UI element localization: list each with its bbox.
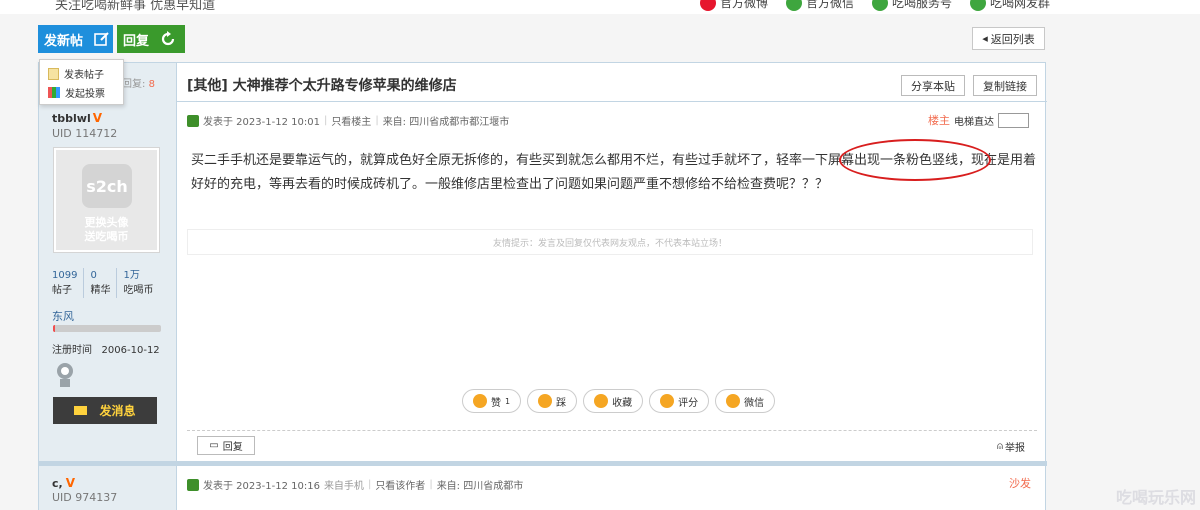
thumbs-down-icon (538, 394, 553, 408)
author-stats: 1099 帖子 0 精华 1万 吃喝币 (52, 268, 165, 298)
poll-chart-icon (48, 87, 60, 98)
wechat-link[interactable]: 官方微信 (785, 0, 854, 11)
user-rank[interactable]: 东风 (52, 308, 74, 324)
stat-posts[interactable]: 1099 帖子 (52, 268, 85, 298)
top-strip: 关注吃喝新鲜事 优惠早知道 官方微博 官方微信 吃喝服务号 吃喝网发群 (0, 0, 1200, 14)
post-icon (187, 478, 199, 491)
post-meta: 发表于 2023-1-12 10:01 | 只看楼主 | 来自: 四川省成都市都… (187, 113, 509, 128)
envelope-icon (74, 406, 88, 415)
service-icon (871, 0, 888, 11)
site-logo-icon: s2ch (82, 164, 132, 208)
new-post-button[interactable]: 发新帖 (38, 25, 113, 53)
floor-label: 楼主 (928, 114, 950, 127)
floor-jump-input[interactable] (998, 112, 1029, 128)
thumbs-up-icon (473, 394, 487, 408)
social-links: 官方微博 官方微信 吃喝服务号 吃喝网发群 (699, 0, 1050, 11)
wechat-icon (726, 394, 741, 408)
share-button[interactable]: 分享本贴 (901, 75, 965, 96)
new-post-dropdown: 发表帖子 发起投票 (39, 59, 124, 105)
group-link[interactable]: 吃喝网发群 (969, 0, 1050, 11)
watermark: 吃喝玩乐网 (1115, 488, 1196, 507)
star-icon (594, 394, 609, 408)
refresh-icon (161, 31, 175, 46)
author-uid: UID 974137 (52, 491, 118, 504)
post-actions: 赞1 踩 收藏 评分 微信 (462, 389, 776, 413)
dislike-button[interactable]: 踩 (527, 389, 578, 413)
post-meta: 发表于 2023-1-12 10:16 来自手机 | 只看该作者 | 来自: 四… (187, 477, 523, 492)
report-link[interactable]: ⍝ 举报 (997, 439, 1025, 454)
stat-coins[interactable]: 1万 吃喝币 (123, 268, 159, 298)
verified-badge: V (65, 476, 75, 490)
red-annotation-circle (839, 139, 991, 181)
wechat-share-button[interactable]: 微信 (715, 389, 776, 413)
send-message-button[interactable]: 发消息 (53, 397, 157, 424)
thread-panel: 回复: 8 [其他] 大神推荐个太升路专修苹果的维修店 分享本贴 复制链接 tb… (38, 62, 1047, 510)
divider (187, 430, 1037, 431)
weibo-link[interactable]: 官方微博 (699, 0, 768, 11)
edit-icon (94, 32, 109, 46)
only-author-link[interactable]: 只看该作者 (375, 477, 425, 492)
document-icon (48, 67, 59, 80)
menu-item-new-poll[interactable]: 发起投票 (48, 83, 115, 102)
service-link[interactable]: 吃喝服务号 (871, 0, 952, 11)
floor-label: 沙发 (1009, 477, 1031, 490)
group-icon (969, 0, 986, 11)
back-to-list-button[interactable]: ◂ 返回列表 (972, 27, 1045, 50)
author-name[interactable]: c, V (52, 476, 75, 490)
register-date: 注册时间 2006-10-12 (52, 345, 160, 356)
bell-icon: ⍝ (997, 441, 1003, 452)
avatar-hint: 更换头像 送吃喝币 (84, 216, 129, 243)
author-name[interactable]: tbblwl V (52, 111, 102, 125)
rank-progress (53, 325, 161, 332)
divider (177, 101, 1047, 102)
reply-button[interactable]: 回复 (117, 25, 185, 53)
avatar[interactable]: s2ch 更换头像 送吃喝币 (53, 147, 160, 253)
comment-icon: ▭ (209, 440, 219, 451)
post-reply-button[interactable]: ▭ 回复 (197, 436, 255, 455)
wechat-icon (785, 0, 802, 11)
favorite-button[interactable]: 收藏 (583, 389, 644, 413)
rate-button[interactable]: 评分 (649, 389, 710, 413)
medal-icon[interactable] (56, 362, 74, 388)
check-icon (660, 394, 675, 408)
reply-count: 回复: 8 (122, 79, 155, 90)
post-separator (39, 461, 1047, 466)
copy-link-button[interactable]: 复制链接 (973, 75, 1037, 96)
floor-info: 楼主 电梯直达 (928, 112, 1029, 128)
author-uid: UID 114712 (52, 127, 118, 140)
verified-badge: V (92, 111, 103, 125)
thread-title: [其他] 大神推荐个太升路专修苹果的维修店 (187, 78, 457, 94)
only-op-link[interactable]: 只看楼主 (331, 113, 371, 128)
chevron-left-icon: ◂ (982, 32, 988, 45)
menu-item-new-post[interactable]: 发表帖子 (48, 64, 115, 83)
like-button[interactable]: 赞1 (462, 389, 522, 413)
site-slogan: 关注吃喝新鲜事 优惠早知道 (55, 0, 216, 13)
post-icon (187, 114, 199, 127)
stat-digest[interactable]: 0 精华 (90, 268, 118, 298)
disclaimer-tip: 友情提示：发言及回复仅代表网友观点，不代表本站立场！ (187, 229, 1033, 255)
weibo-icon (699, 0, 716, 11)
